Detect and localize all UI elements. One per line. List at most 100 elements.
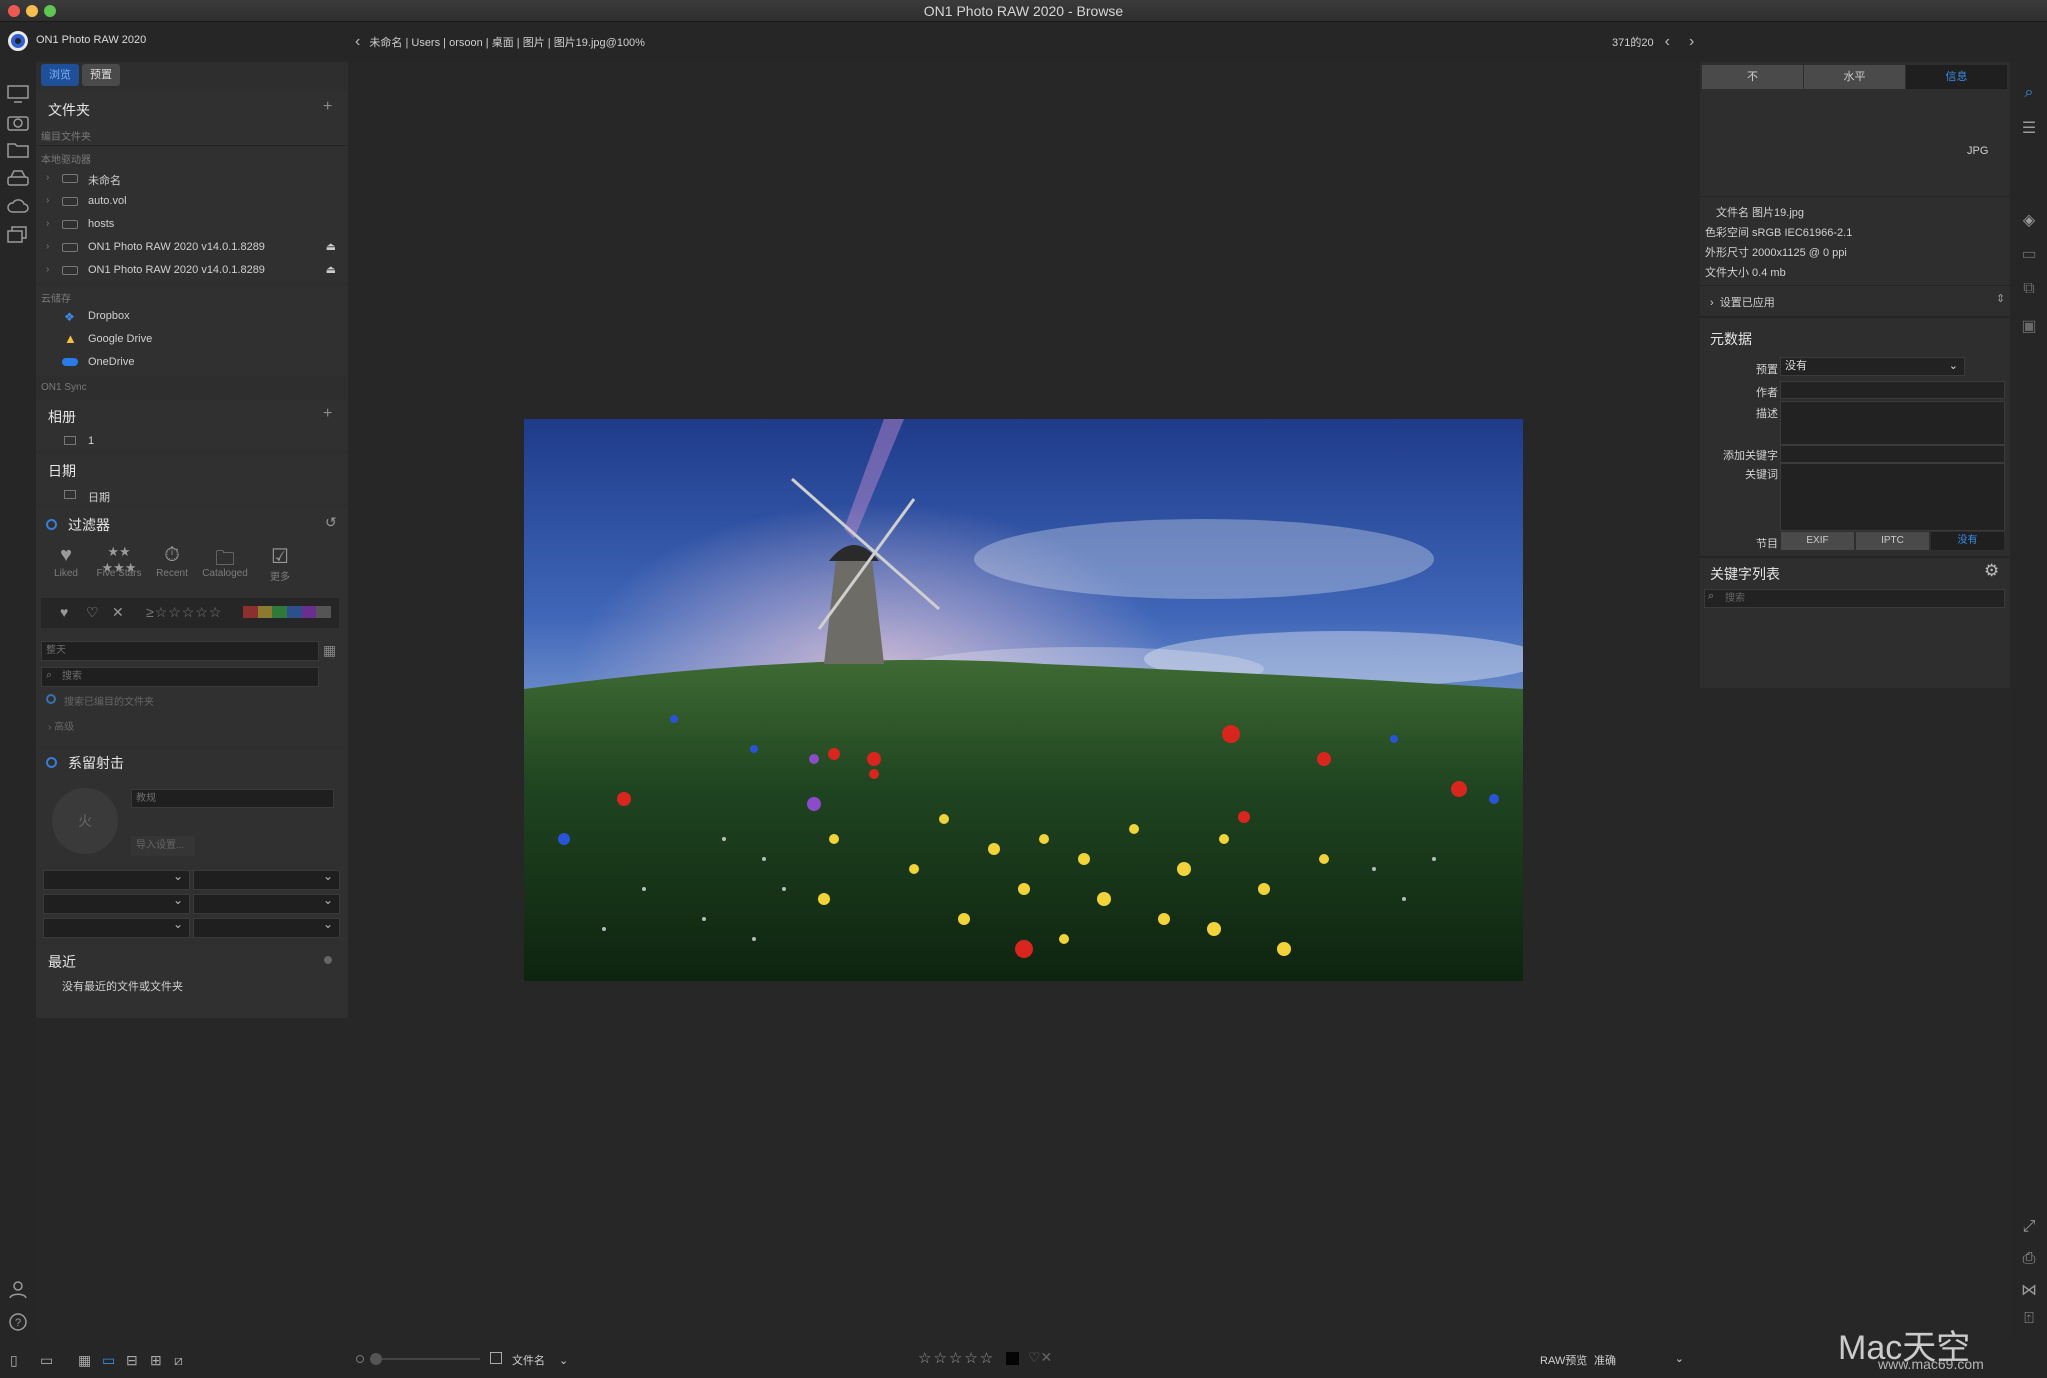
breadcrumb-item[interactable]: 桌面 [492, 37, 514, 49]
metadata-tab-none[interactable]: 没有 [1931, 532, 2004, 550]
updown-chevron-icon[interactable]: ⇕ [1996, 292, 2005, 305]
toggle-left-panel-icon[interactable]: ▯ [10, 1352, 18, 1369]
compare-icon[interactable]: ⧉ [2018, 280, 2040, 300]
print-icon[interactable]: ⎙ [2018, 1250, 2040, 1270]
expand-chevron-icon[interactable]: › [46, 241, 49, 252]
album-row[interactable]: 1 [36, 431, 348, 453]
author-field[interactable] [1780, 381, 2005, 399]
metadata-tab-iptc[interactable]: IPTC [1856, 532, 1929, 550]
filter-cataloged[interactable]: 🗀 Cataloged [200, 544, 250, 579]
filter-more[interactable]: ☑ 更多 [255, 544, 305, 583]
help-icon[interactable]: ? [6, 1312, 30, 1332]
sort-dropdown[interactable]: 文件名 ⌄ [512, 1352, 568, 1368]
add-keyword-field[interactable] [1780, 445, 2005, 463]
thumbnail-size-slider[interactable] [370, 1358, 480, 1360]
previous-image-chevron-icon[interactable]: ‹ [1665, 33, 1670, 50]
like-reject-control[interactable]: ♡✕ [1028, 1349, 1052, 1366]
next-image-chevron-icon[interactable]: › [1689, 33, 1694, 50]
drive-row[interactable]: › hosts [36, 214, 348, 236]
segment-info[interactable]: 信息 [1906, 65, 2007, 89]
filter-search-input[interactable]: 搜索 [41, 667, 319, 687]
export-icon[interactable]: ⤢ [2018, 1218, 2040, 1238]
cloud-row-onedrive[interactable]: OneDrive [36, 352, 348, 374]
folder-icon[interactable] [6, 140, 30, 160]
metadata-tab-exif[interactable]: EXIF [1781, 532, 1854, 550]
compare-view-icon[interactable]: ⊞ [150, 1352, 162, 1369]
on1-sync-label[interactable]: ON1 Sync [41, 382, 87, 393]
add-album-button[interactable]: + [323, 405, 332, 423]
expand-chevron-icon[interactable]: › [46, 172, 49, 183]
drive-row[interactable]: › 未命名 [36, 168, 348, 190]
grid-view-icon[interactable]: ▦ [78, 1352, 91, 1369]
drive-row[interactable]: › ON1 Photo RAW 2020 v14.0.1.8289 ⏏ [36, 237, 348, 259]
monitor-icon[interactable] [6, 84, 30, 104]
breadcrumb-item[interactable]: 未命名 [369, 37, 402, 49]
segment-none[interactable]: 不 [1702, 65, 1803, 89]
send-to-icon[interactable]: ⍐ [2018, 1310, 2040, 1330]
albums-icon[interactable] [6, 224, 30, 244]
tether-setting-dropdown[interactable] [193, 869, 340, 890]
expand-chevron-icon[interactable]: › [46, 195, 49, 206]
camera-icon[interactable] [6, 112, 30, 132]
tether-setting-dropdown[interactable] [193, 917, 340, 938]
date-row[interactable]: 日期 [36, 485, 348, 507]
tether-toggle[interactable] [46, 757, 57, 768]
breadcrumb-item[interactable]: 图片19.jpg@100% [554, 37, 645, 49]
image-effects-icon[interactable]: ▭ [2018, 244, 2040, 264]
develop-sliders-icon[interactable]: ☰ [2018, 118, 2040, 138]
back-chevron-icon[interactable]: ‹ [355, 33, 360, 50]
raw-preview-dropdown[interactable]: 准确 ⌄ [1594, 1352, 1684, 1368]
close-window-button[interactable] [8, 5, 20, 17]
filter-liked[interactable]: ♥ Liked [41, 544, 91, 579]
photo-preview[interactable] [524, 419, 1523, 981]
zoom-window-button[interactable] [44, 5, 56, 17]
description-field[interactable] [1780, 401, 2005, 445]
filmstrip-icon[interactable]: ▭ [40, 1352, 53, 1369]
breadcrumb-item[interactable]: orsoon [449, 37, 483, 49]
keyword-search-input[interactable]: 搜索 [1704, 589, 2005, 608]
map-view-icon[interactable]: ⧄ [174, 1352, 183, 1369]
tether-setting-dropdown[interactable] [43, 893, 190, 914]
minimize-window-button[interactable] [26, 5, 38, 17]
import-settings-button[interactable]: 导入设置... [131, 836, 195, 856]
slider-thumb[interactable] [370, 1353, 382, 1365]
advanced-filter-toggle[interactable]: › 高级 [48, 718, 74, 733]
eject-icon[interactable]: ⏏ [326, 240, 336, 253]
eject-icon[interactable]: ⏏ [326, 263, 336, 276]
breadcrumb-item[interactable]: 图片 [523, 37, 545, 49]
detail-view-icon[interactable]: ▭ [102, 1352, 115, 1369]
user-account-icon[interactable] [6, 1280, 30, 1300]
star-rating-filter[interactable]: ≥☆☆☆☆☆ [146, 604, 222, 621]
star-rating-control[interactable]: ☆☆☆☆☆ [918, 1349, 995, 1367]
portrait-icon[interactable]: ▣ [2018, 316, 2040, 336]
calendar-grid-icon[interactable]: ▦ [323, 642, 336, 659]
filters-toggle[interactable] [46, 519, 57, 530]
segment-horizontal[interactable]: 水平 [1804, 65, 1905, 89]
drive-row[interactable]: › auto.vol [36, 191, 348, 213]
tab-browse[interactable]: 浏览 [41, 64, 79, 86]
gear-icon[interactable]: ⚙ [1984, 561, 1999, 581]
add-folder-button[interactable]: + [323, 98, 332, 116]
select-all-checkbox[interactable] [490, 1352, 502, 1364]
keywords-field[interactable] [1780, 463, 2005, 531]
liked-filter-icon[interactable]: ♥ [60, 604, 68, 620]
tether-setting-dropdown[interactable] [43, 869, 190, 890]
metadata-preset-dropdown[interactable]: 没有 ⌄ [1780, 357, 1965, 376]
color-label-control[interactable] [1006, 1352, 1019, 1365]
settings-applied-toggle[interactable]: › 设置已应用 [1710, 294, 1775, 310]
camera-select-field[interactable]: 教规 [131, 789, 334, 808]
layers-icon[interactable]: ◈ [2018, 210, 2040, 230]
tether-setting-dropdown[interactable] [43, 917, 190, 938]
unliked-filter-icon[interactable]: ♡ [86, 604, 99, 621]
expand-chevron-icon[interactable]: › [46, 218, 49, 229]
filter-five-stars[interactable]: ★★ ★★★ Five Stars [94, 544, 144, 579]
cloud-row-dropbox[interactable]: ❖ Dropbox [36, 306, 348, 328]
expand-chevron-icon[interactable]: › [46, 264, 49, 275]
recent-clear-icon[interactable] [324, 956, 332, 964]
breadcrumb-item[interactable]: Users [411, 37, 440, 49]
tether-setting-dropdown[interactable] [193, 893, 340, 914]
reset-filters-icon[interactable]: ↺ [325, 514, 337, 531]
cloud-icon[interactable] [6, 196, 30, 216]
date-range-field[interactable]: 整天 [41, 641, 319, 661]
share-icon[interactable]: ⋈ [2018, 1280, 2040, 1300]
